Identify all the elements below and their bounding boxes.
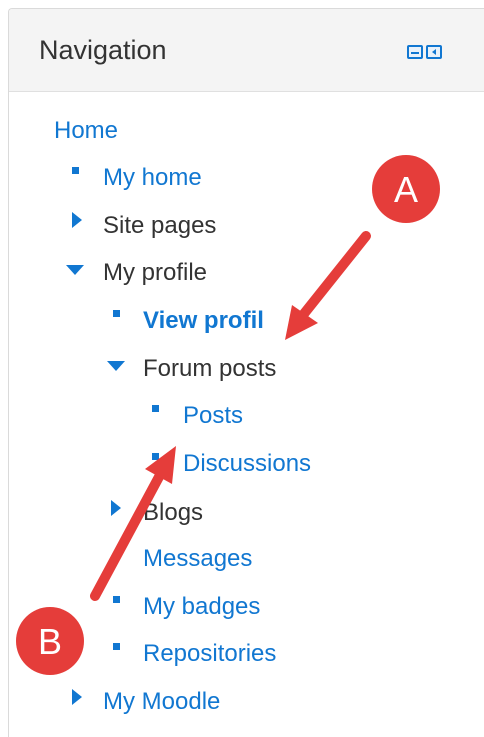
- annotation-overlay: A B: [16, 155, 440, 675]
- badge-b-label: B: [38, 621, 62, 662]
- arrow-b: [90, 446, 176, 601]
- badge-a-label: A: [394, 169, 418, 210]
- arrow-a: [285, 231, 371, 340]
- annotation-badge-b: B: [16, 607, 84, 675]
- annotation-badge-a: A: [372, 155, 440, 223]
